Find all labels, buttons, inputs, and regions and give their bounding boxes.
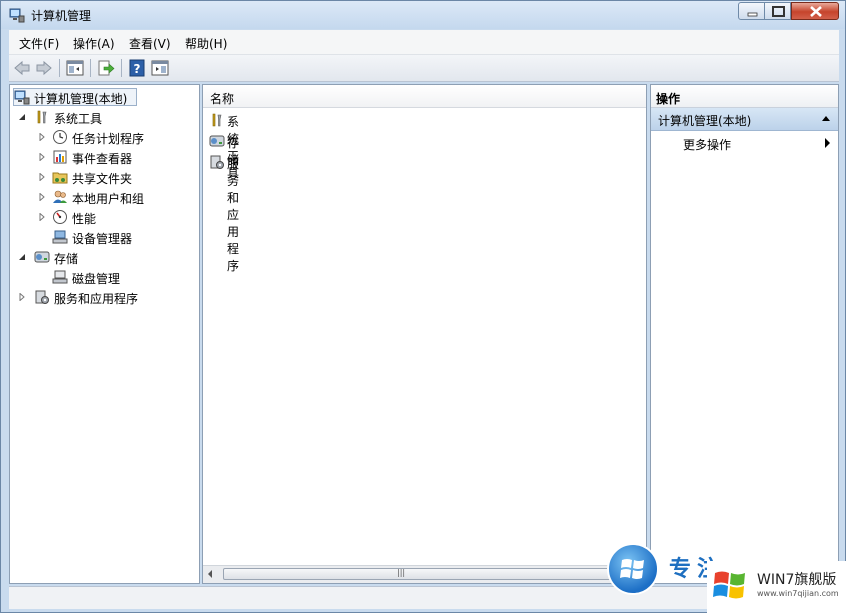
tree-label: 计算机管理(本地) [34, 92, 128, 106]
collapsed-triangle-icon[interactable] [38, 213, 46, 221]
menu-file[interactable]: 文件(F) [19, 35, 59, 52]
scrollbar-grip-icon: ||| [397, 568, 406, 577]
action-section-label: 计算机管理(本地) [658, 114, 752, 128]
tree-label: 设备管理器 [72, 232, 133, 246]
forward-arrow-icon[interactable] [34, 58, 54, 78]
action-pane-title: 操作 [656, 92, 681, 106]
device-manager-icon [52, 230, 68, 244]
export-list-icon[interactable] [96, 58, 116, 78]
performance-icon [53, 210, 67, 224]
services-applications-icon [210, 155, 224, 169]
action-item-label: 更多操作 [683, 138, 732, 152]
menu-action[interactable]: 操作(A) [73, 35, 115, 52]
action-pane-header: 操作 [651, 85, 838, 108]
window-title: 计算机管理 [31, 9, 92, 23]
storage-icon [34, 251, 50, 263]
menu-help[interactable]: 帮助(H) [185, 35, 227, 52]
toolbar-separator [59, 59, 60, 77]
show-hide-console-tree-icon[interactable] [65, 58, 85, 78]
toolbar: ? [9, 55, 839, 82]
tree-label: 系统工具 [54, 112, 103, 126]
menu-bar: 文件(F) 操作(A) 查看(V) 帮助(H) [9, 30, 839, 55]
watermark-brand: WIN7旗舰版 [757, 572, 837, 588]
shared-folder-icon [52, 172, 68, 184]
event-viewer-icon [53, 150, 67, 164]
tree-label: 事件查看器 [72, 152, 133, 166]
expanded-triangle-icon[interactable] [18, 113, 26, 121]
services-applications-icon [35, 290, 49, 304]
storage-icon [209, 135, 225, 147]
system-tools-icon [37, 110, 47, 124]
submenu-arrow-icon [825, 138, 830, 148]
horizontal-scrollbar[interactable]: ||| [203, 565, 646, 583]
watermark-url: www.win7qijian.com [757, 589, 839, 598]
back-arrow-icon[interactable] [12, 58, 32, 78]
tree-label: 本地用户和组 [72, 192, 145, 206]
maximize-button[interactable] [764, 2, 791, 20]
tree-label: 服务和应用程序 [54, 292, 139, 306]
action-section-computer-management[interactable]: 计算机管理(本地) [651, 108, 838, 131]
list-item-label: 服务和应用程序 [227, 157, 240, 273]
watermark: 专注 WIN7旗舰版 www.win7qijian.com [607, 541, 846, 613]
action-more-actions[interactable]: 更多操作 [651, 132, 838, 154]
console-tree-pane: 计算机管理(本地) 系统工具 任务计划程序 事件查看器 共享文件夹 本地用户和组… [9, 84, 200, 584]
close-icon [810, 6, 822, 17]
toolbar-separator [90, 59, 91, 77]
system-tools-icon [212, 113, 222, 127]
title-bar[interactable]: 计算机管理 [1, 1, 845, 29]
windows-logo-icon [713, 571, 745, 599]
column-header-name[interactable]: 名称 [203, 85, 646, 108]
toolbar-separator [121, 59, 122, 77]
tree-label: 任务计划程序 [72, 132, 145, 146]
help-icon[interactable]: ? [127, 58, 147, 78]
clock-icon [53, 130, 67, 144]
scrollbar-thumb[interactable] [223, 568, 623, 580]
action-pane: 操作 计算机管理(本地) 更多操作 [650, 84, 839, 584]
svg-text:?: ? [134, 62, 141, 76]
collapsed-triangle-icon[interactable] [38, 173, 46, 181]
result-list-pane: 名称 系统工具 存储 服务和应用程序 ||| [202, 84, 647, 584]
disk-management-icon [52, 270, 68, 284]
show-hide-action-pane-icon[interactable] [150, 58, 170, 78]
windows-flag-icon [620, 559, 644, 579]
collapsed-triangle-icon[interactable] [38, 193, 46, 201]
collapse-arrow-icon[interactable] [822, 116, 830, 121]
collapsed-triangle-icon[interactable] [18, 293, 26, 301]
maximize-icon [772, 6, 785, 17]
watermark-logo-icon [607, 543, 659, 595]
users-icon [53, 190, 67, 203]
tree-label: 共享文件夹 [72, 172, 133, 186]
computer-management-icon [9, 8, 25, 23]
close-button[interactable] [791, 2, 839, 20]
tree-label: 磁盘管理 [72, 272, 121, 286]
minimize-button[interactable] [738, 2, 765, 20]
expanded-triangle-icon[interactable] [18, 253, 26, 261]
computer-management-icon [14, 90, 30, 105]
tree-label: 存储 [54, 252, 79, 266]
menu-view[interactable]: 查看(V) [129, 35, 171, 52]
computer-management-window: 计算机管理 文件(F) 操作(A) 查看(V) 帮助(H) ? 计算机管理(本地… [0, 0, 846, 613]
minimize-icon [747, 12, 758, 17]
scroll-left-arrow-icon[interactable] [208, 570, 212, 578]
collapsed-triangle-icon[interactable] [38, 133, 46, 141]
column-header-label: 名称 [210, 92, 235, 106]
tree-label: 性能 [72, 212, 97, 226]
collapsed-triangle-icon[interactable] [38, 153, 46, 161]
